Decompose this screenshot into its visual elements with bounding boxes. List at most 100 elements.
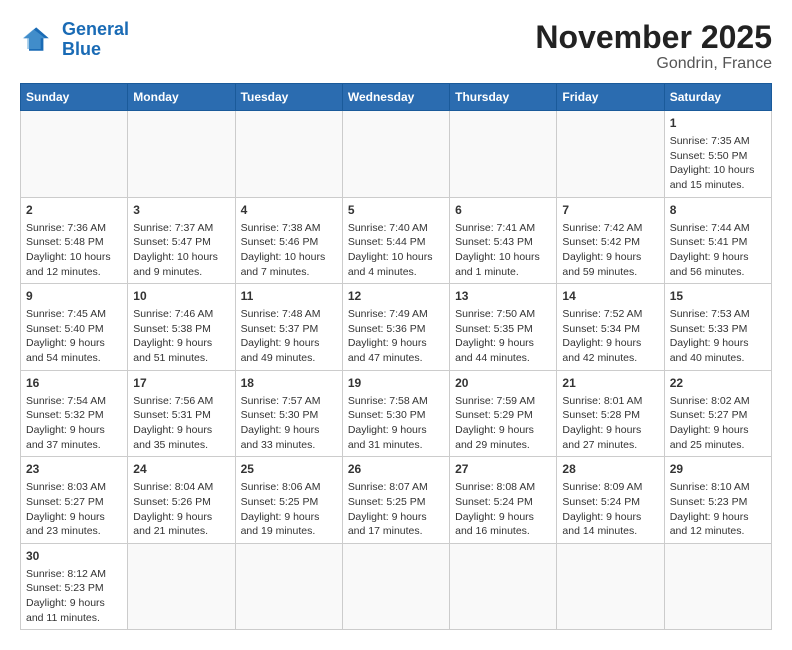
calendar-cell bbox=[128, 543, 235, 630]
day-number: 26 bbox=[348, 461, 444, 478]
calendar-header: SundayMondayTuesdayWednesdayThursdayFrid… bbox=[21, 84, 772, 111]
day-number: 14 bbox=[562, 288, 658, 305]
calendar-cell: 12 Sunrise: 7:49 AM Sunset: 5:36 PM Dayli… bbox=[342, 284, 449, 371]
calendar-cell bbox=[235, 543, 342, 630]
day-number: 24 bbox=[133, 461, 229, 478]
week-row-3: 9 Sunrise: 7:45 AM Sunset: 5:40 PM Daylig… bbox=[21, 284, 772, 371]
calendar-cell bbox=[235, 111, 342, 198]
day-content: Sunrise: 8:06 AM Sunset: 5:25 PM Dayligh… bbox=[241, 480, 337, 539]
calendar-cell bbox=[450, 111, 557, 198]
page-header: GeneralBlue November 2025 Gondrin, Franc… bbox=[20, 20, 772, 73]
day-number: 7 bbox=[562, 202, 658, 219]
day-content: Sunrise: 7:49 AM Sunset: 5:36 PM Dayligh… bbox=[348, 307, 444, 366]
calendar-cell: 17Sunrise: 7:56 AM Sunset: 5:31 PM Dayli… bbox=[128, 370, 235, 457]
day-content: Sunrise: 8:12 AM Sunset: 5:23 PM Dayligh… bbox=[26, 567, 122, 626]
day-content: Sunrise: 8:10 AM Sunset: 5:23 PM Dayligh… bbox=[670, 480, 766, 539]
day-content: Sunrise: 7:38 AM Sunset: 5:46 PM Dayligh… bbox=[241, 221, 337, 280]
logo-text: GeneralBlue bbox=[62, 20, 129, 60]
day-number: 9 bbox=[26, 288, 122, 305]
day-number: 11 bbox=[241, 288, 337, 305]
calendar-cell: 8 Sunrise: 7:44 AM Sunset: 5:41 PM Daylig… bbox=[664, 197, 771, 284]
calendar-cell: 20Sunrise: 7:59 AM Sunset: 5:29 PM Dayli… bbox=[450, 370, 557, 457]
day-number: 2 bbox=[26, 202, 122, 219]
page-subtitle: Gondrin, France bbox=[535, 55, 772, 73]
day-number: 18 bbox=[241, 375, 337, 392]
week-row-1: 1 Sunrise: 7:35 AM Sunset: 5:50 PM Daylig… bbox=[21, 111, 772, 198]
day-content: Sunrise: 7:52 AM Sunset: 5:34 PM Dayligh… bbox=[562, 307, 658, 366]
calendar-cell: 28 Sunrise: 8:09 AM Sunset: 5:24 PM Dayli… bbox=[557, 457, 664, 544]
calendar-cell: 30 Sunrise: 8:12 AM Sunset: 5:23 PM Dayli… bbox=[21, 543, 128, 630]
day-number: 23 bbox=[26, 461, 122, 478]
day-number: 19 bbox=[348, 375, 444, 392]
day-number: 21 bbox=[562, 375, 658, 392]
calendar-cell: 11Sunrise: 7:48 AM Sunset: 5:37 PM Dayli… bbox=[235, 284, 342, 371]
day-header-monday: Monday bbox=[128, 84, 235, 111]
logo: GeneralBlue bbox=[20, 20, 129, 60]
day-number: 30 bbox=[26, 548, 122, 565]
day-number: 12 bbox=[348, 288, 444, 305]
logo-icon bbox=[20, 22, 56, 58]
calendar-cell: 10 Sunrise: 7:46 AM Sunset: 5:38 PM Dayli… bbox=[128, 284, 235, 371]
day-number: 4 bbox=[241, 202, 337, 219]
calendar-cell: 3 Sunrise: 7:37 AM Sunset: 5:47 PM Daylig… bbox=[128, 197, 235, 284]
day-content: Sunrise: 7:46 AM Sunset: 5:38 PM Dayligh… bbox=[133, 307, 229, 366]
day-number: 13 bbox=[455, 288, 551, 305]
calendar-cell bbox=[450, 543, 557, 630]
day-content: Sunrise: 7:37 AM Sunset: 5:47 PM Dayligh… bbox=[133, 221, 229, 280]
day-number: 10 bbox=[133, 288, 229, 305]
day-content: Sunrise: 7:54 AM Sunset: 5:32 PM Dayligh… bbox=[26, 394, 122, 453]
calendar-cell: 19Sunrise: 7:58 AM Sunset: 5:30 PM Dayli… bbox=[342, 370, 449, 457]
calendar-cell bbox=[128, 111, 235, 198]
day-content: Sunrise: 7:56 AM Sunset: 5:31 PM Dayligh… bbox=[133, 394, 229, 453]
day-number: 8 bbox=[670, 202, 766, 219]
calendar-cell: 18 Sunrise: 7:57 AM Sunset: 5:30 PM Dayli… bbox=[235, 370, 342, 457]
day-content: Sunrise: 7:50 AM Sunset: 5:35 PM Dayligh… bbox=[455, 307, 551, 366]
calendar-cell: 25 Sunrise: 8:06 AM Sunset: 5:25 PM Dayli… bbox=[235, 457, 342, 544]
day-number: 25 bbox=[241, 461, 337, 478]
day-number: 15 bbox=[670, 288, 766, 305]
calendar-cell: 16Sunrise: 7:54 AM Sunset: 5:32 PM Dayli… bbox=[21, 370, 128, 457]
day-content: Sunrise: 7:57 AM Sunset: 5:30 PM Dayligh… bbox=[241, 394, 337, 453]
calendar-cell bbox=[664, 543, 771, 630]
day-header-wednesday: Wednesday bbox=[342, 84, 449, 111]
calendar-cell bbox=[557, 111, 664, 198]
day-number: 3 bbox=[133, 202, 229, 219]
calendar-cell: 4 Sunrise: 7:38 AM Sunset: 5:46 PM Daylig… bbox=[235, 197, 342, 284]
calendar-cell: 21 Sunrise: 8:01 AM Sunset: 5:28 PM Dayli… bbox=[557, 370, 664, 457]
calendar-cell: 27Sunrise: 8:08 AM Sunset: 5:24 PM Dayli… bbox=[450, 457, 557, 544]
day-number: 1 bbox=[670, 115, 766, 132]
day-content: Sunrise: 8:04 AM Sunset: 5:26 PM Dayligh… bbox=[133, 480, 229, 539]
day-content: Sunrise: 7:42 AM Sunset: 5:42 PM Dayligh… bbox=[562, 221, 658, 280]
calendar-cell: 14 Sunrise: 7:52 AM Sunset: 5:34 PM Dayli… bbox=[557, 284, 664, 371]
calendar-cell: 15Sunrise: 7:53 AM Sunset: 5:33 PM Dayli… bbox=[664, 284, 771, 371]
day-header-thursday: Thursday bbox=[450, 84, 557, 111]
day-content: Sunrise: 8:01 AM Sunset: 5:28 PM Dayligh… bbox=[562, 394, 658, 453]
page-title: November 2025 bbox=[535, 20, 772, 55]
day-content: Sunrise: 7:45 AM Sunset: 5:40 PM Dayligh… bbox=[26, 307, 122, 366]
calendar-cell bbox=[21, 111, 128, 198]
calendar-cell: 1 Sunrise: 7:35 AM Sunset: 5:50 PM Daylig… bbox=[664, 111, 771, 198]
day-content: Sunrise: 7:35 AM Sunset: 5:50 PM Dayligh… bbox=[670, 134, 766, 193]
calendar-cell: 23Sunrise: 8:03 AM Sunset: 5:27 PM Dayli… bbox=[21, 457, 128, 544]
day-content: Sunrise: 7:36 AM Sunset: 5:48 PM Dayligh… bbox=[26, 221, 122, 280]
week-row-4: 16Sunrise: 7:54 AM Sunset: 5:32 PM Dayli… bbox=[21, 370, 772, 457]
day-number: 27 bbox=[455, 461, 551, 478]
calendar-cell: 22Sunrise: 8:02 AM Sunset: 5:27 PM Dayli… bbox=[664, 370, 771, 457]
day-content: Sunrise: 8:02 AM Sunset: 5:27 PM Dayligh… bbox=[670, 394, 766, 453]
day-number: 5 bbox=[348, 202, 444, 219]
day-content: Sunrise: 8:07 AM Sunset: 5:25 PM Dayligh… bbox=[348, 480, 444, 539]
week-row-5: 23Sunrise: 8:03 AM Sunset: 5:27 PM Dayli… bbox=[21, 457, 772, 544]
day-content: Sunrise: 7:40 AM Sunset: 5:44 PM Dayligh… bbox=[348, 221, 444, 280]
calendar-cell: 24 Sunrise: 8:04 AM Sunset: 5:26 PM Dayli… bbox=[128, 457, 235, 544]
title-block: November 2025 Gondrin, France bbox=[535, 20, 772, 73]
calendar-cell: 13 Sunrise: 7:50 AM Sunset: 5:35 PM Dayli… bbox=[450, 284, 557, 371]
day-content: Sunrise: 8:09 AM Sunset: 5:24 PM Dayligh… bbox=[562, 480, 658, 539]
day-content: Sunrise: 7:44 AM Sunset: 5:41 PM Dayligh… bbox=[670, 221, 766, 280]
calendar-cell bbox=[557, 543, 664, 630]
calendar-table: SundayMondayTuesdayWednesdayThursdayFrid… bbox=[20, 83, 772, 630]
day-number: 28 bbox=[562, 461, 658, 478]
calendar-cell: 26 Sunrise: 8:07 AM Sunset: 5:25 PM Dayli… bbox=[342, 457, 449, 544]
calendar-cell bbox=[342, 543, 449, 630]
calendar-cell: 29Sunrise: 8:10 AM Sunset: 5:23 PM Dayli… bbox=[664, 457, 771, 544]
day-header-tuesday: Tuesday bbox=[235, 84, 342, 111]
